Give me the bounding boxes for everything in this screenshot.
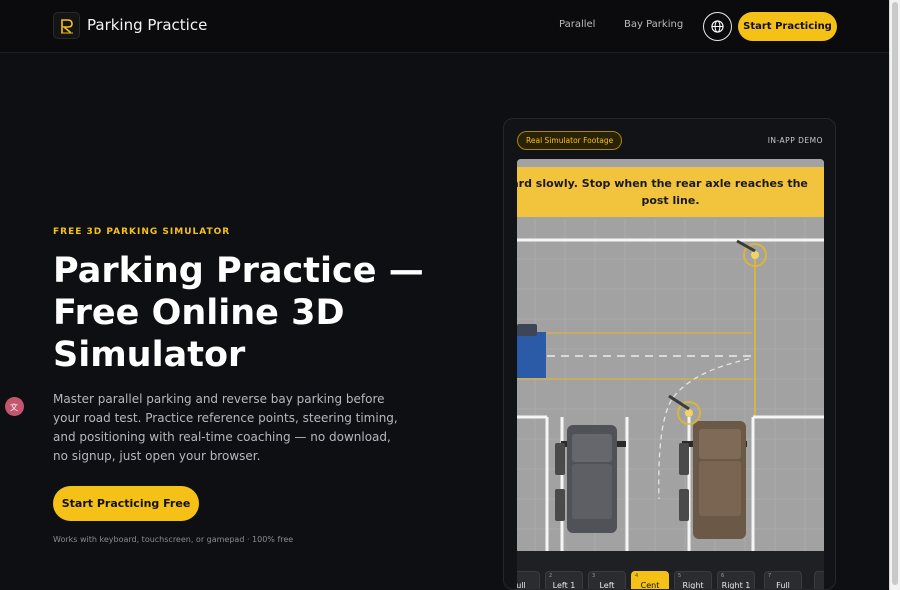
button-label: Full: [776, 581, 790, 590]
hotkey-number: 3: [592, 573, 596, 579]
hotkey-number: 2: [549, 573, 553, 579]
site-header: Parking Practice Parallel Bay Parking St…: [0, 0, 889, 53]
hero-eyebrow: FREE 3D PARKING SIMULATOR: [53, 227, 231, 237]
button-label: Left 1: [552, 581, 576, 590]
button-label: Right: [682, 581, 704, 590]
logo-icon[interactable]: [53, 12, 80, 39]
instruction-line-1: orward slowly. Stop when the rear axle r…: [517, 177, 808, 190]
steering-toolbar: ull 2 Left 1 3 Left 4 Cent 5 Right 6 Right 1 …: [517, 551, 824, 590]
button-label: Left: [599, 581, 615, 590]
hotkey-number: 5: [678, 573, 682, 579]
button-label: Right 1: [721, 581, 751, 590]
hotkey-number: 6: [721, 573, 725, 579]
steer-left-button[interactable]: 3 Left: [588, 571, 626, 590]
footage-badge: Real Simulator Footage: [517, 131, 623, 150]
steer-center-button[interactable]: 4 Cent: [631, 571, 669, 590]
svg-text:文: 文: [10, 402, 18, 412]
hotkey-number: 7: [768, 573, 772, 579]
toolbar-extra-button[interactable]: [814, 571, 824, 589]
start-practicing-button[interactable]: Start Practicing: [738, 12, 837, 41]
start-practicing-free-button[interactable]: Start Practicing Free: [53, 486, 199, 521]
coaching-instruction-banner: orward slowly. Stop when the rear axle r…: [517, 167, 824, 217]
scrollbar-thumb[interactable]: [892, 2, 898, 585]
brand-name[interactable]: Parking Practice: [87, 16, 207, 34]
button-label: ull: [517, 581, 526, 590]
instruction-line-2: post line.: [641, 194, 700, 207]
button-label: Cent: [640, 581, 660, 590]
hero-title: Parking Practice — Free Online 3D Simula…: [53, 251, 424, 375]
parking-lot-scene: [517, 159, 824, 589]
steer-left-1-button[interactable]: 2 Left 1: [545, 571, 583, 590]
globe-icon: [711, 20, 724, 33]
simulator-video[interactable]: orward slowly. Stop when the rear axle r…: [517, 159, 824, 590]
hero-description: Master parallel parking and reverse bay …: [53, 392, 398, 463]
steer-full-right-button[interactable]: 7 Full: [764, 571, 802, 590]
hotkey-number: 4: [635, 573, 639, 579]
page-scrollbar[interactable]: [889, 0, 900, 590]
translate-widget-icon[interactable]: 文: [5, 397, 24, 416]
language-button[interactable]: [703, 12, 732, 41]
demo-label: IN-APP DEMO: [767, 136, 823, 145]
steer-right-1-button[interactable]: 6 Right 1: [717, 571, 755, 590]
nav-link-bay-parking[interactable]: Bay Parking: [624, 19, 683, 30]
steer-full-left-button[interactable]: ull: [517, 571, 540, 590]
nav-link-parallel[interactable]: Parallel: [559, 19, 595, 30]
hero-footnote: Works with keyboard, touchscreen, or gam…: [53, 535, 294, 544]
demo-card: Real Simulator Footage IN-APP DEMO orwar…: [503, 118, 836, 590]
steer-right-button[interactable]: 5 Right: [674, 571, 712, 590]
